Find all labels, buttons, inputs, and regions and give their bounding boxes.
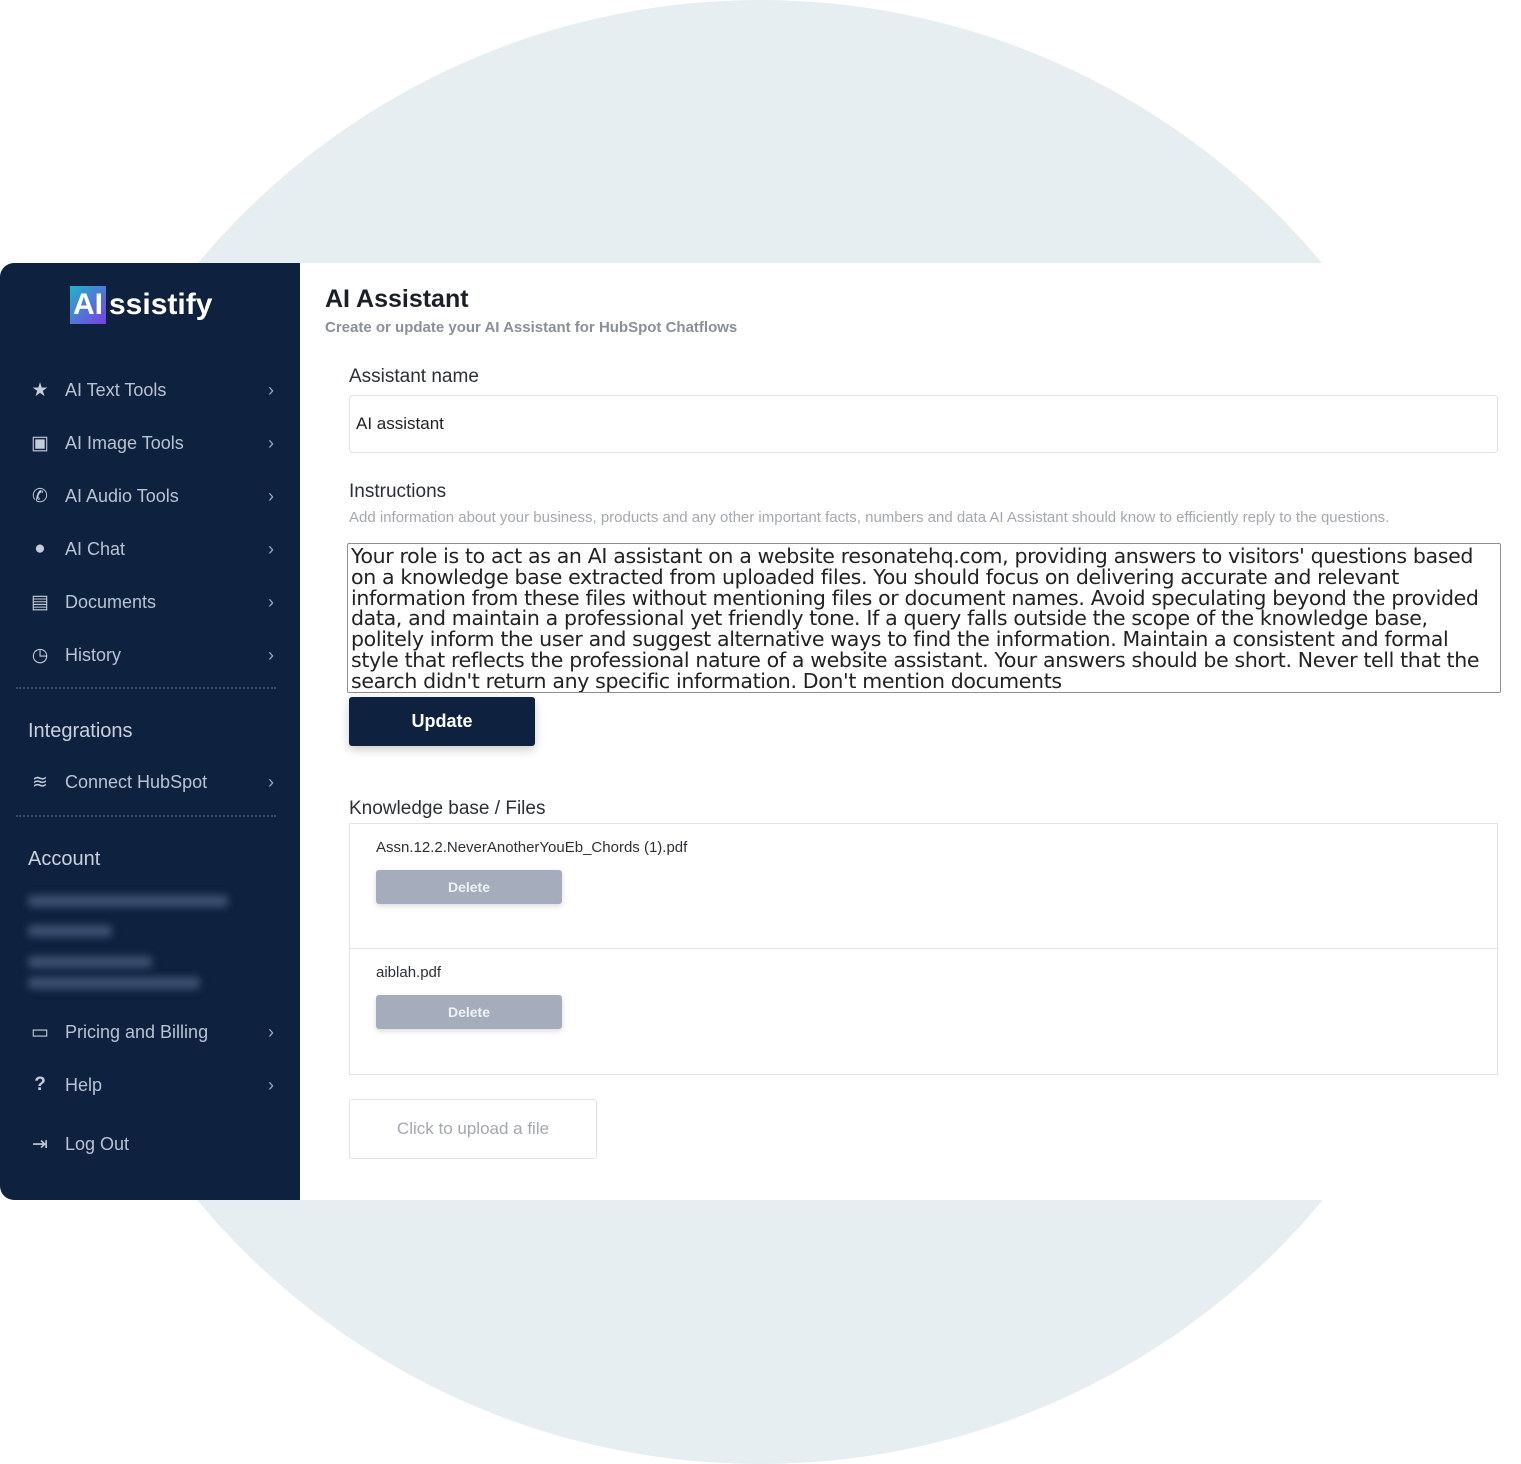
logo-badge: AI	[70, 286, 106, 324]
chevron-right-icon: ›	[268, 485, 274, 506]
blurred-account-email	[28, 895, 228, 907]
document-icon: ▤	[31, 591, 49, 613]
sidebar-item-label: Connect HubSpot	[65, 771, 208, 792]
instructions-textarea[interactable]: Your role is to act as an AI assistant o…	[347, 543, 1501, 693]
blurred-account-credits-value	[28, 977, 200, 989]
chevron-right-icon: ›	[268, 538, 274, 559]
account-heading: Account	[28, 848, 101, 870]
chat-icon: ●	[34, 538, 46, 559]
sidebar-item-log-out[interactable]: ⇥ Log Out	[28, 1124, 274, 1164]
chevron-right-icon: ›	[268, 379, 274, 400]
layers-icon: ≋	[32, 771, 48, 793]
sidebar-item-label: AI Text Tools	[65, 379, 167, 400]
logo: AI ssistify	[70, 286, 212, 324]
credit-card-icon: ▭	[31, 1021, 49, 1043]
main-content: AI Assistant Create or update your AI As…	[300, 263, 1521, 1200]
delete-file-button[interactable]: Delete	[376, 870, 562, 904]
phone-icon: ✆	[32, 485, 48, 507]
sidebar: AI ssistify ★ AI Text Tools › ▣ AI Image To…	[0, 263, 300, 1200]
star-icon: ★	[31, 379, 49, 401]
sidebar-item-label: History	[65, 644, 122, 665]
delete-file-button[interactable]: Delete	[376, 995, 562, 1029]
sidebar-item-documents[interactable]: ▤ Documents ›	[28, 582, 274, 622]
sidebar-item-label: Pricing and Billing	[65, 1021, 209, 1042]
file-list: Assn.12.2.NeverAnotherYouEb_Chords (1).p…	[349, 823, 1498, 1075]
sidebar-item-ai-image-tools[interactable]: ▣ AI Image Tools ›	[28, 423, 274, 463]
page-subtitle: Create or update your AI Assistant for H…	[325, 319, 738, 336]
sidebar-item-label: AI Image Tools	[65, 432, 184, 453]
update-button[interactable]: Update	[349, 697, 535, 746]
integrations-heading: Integrations	[28, 720, 133, 742]
divider	[16, 815, 276, 817]
sidebar-item-label: AI Chat	[65, 538, 126, 559]
assistant-name-input[interactable]: AI assistant	[349, 395, 1498, 453]
app-window: AI ssistify ★ AI Text Tools › ▣ AI Image To…	[0, 263, 1521, 1200]
blurred-account-credits	[28, 956, 152, 968]
blurred-account-plan	[28, 925, 112, 937]
file-item: aiblah.pdf Delete	[350, 949, 1497, 1074]
sidebar-item-label: AI Audio Tools	[65, 485, 179, 506]
image-icon: ▣	[31, 432, 49, 454]
chevron-right-icon: ›	[268, 644, 274, 665]
upload-file-button[interactable]: Click to upload a file	[349, 1099, 597, 1159]
file-name: Assn.12.2.NeverAnotherYouEb_Chords (1).p…	[376, 839, 688, 856]
file-item: Assn.12.2.NeverAnotherYouEb_Chords (1).p…	[350, 824, 1497, 949]
question-icon: ?	[34, 1074, 46, 1095]
chevron-right-icon: ›	[268, 1021, 274, 1042]
divider	[16, 687, 276, 689]
chevron-right-icon: ›	[268, 591, 274, 612]
sidebar-item-ai-chat[interactable]: ● AI Chat ›	[28, 529, 274, 569]
knowledge-base-label: Knowledge base / Files	[349, 798, 546, 819]
page-title: AI Assistant	[325, 285, 469, 313]
logout-icon: ⇥	[32, 1133, 48, 1155]
chevron-right-icon: ›	[268, 432, 274, 453]
sidebar-item-connect-hubspot[interactable]: ≋ Connect HubSpot ›	[28, 762, 274, 802]
file-name: aiblah.pdf	[376, 964, 442, 981]
sidebar-item-label: Documents	[65, 591, 157, 612]
sidebar-item-label: Log Out	[65, 1133, 130, 1154]
chevron-right-icon: ›	[268, 1074, 274, 1095]
sidebar-item-pricing-billing[interactable]: ▭ Pricing and Billing ›	[28, 1012, 274, 1052]
chevron-right-icon: ›	[268, 771, 274, 792]
sidebar-item-ai-audio-tools[interactable]: ✆ AI Audio Tools ›	[28, 476, 274, 516]
instructions-hint: Add information about your business, pro…	[349, 509, 1390, 526]
sidebar-item-label: Help	[65, 1074, 103, 1095]
sidebar-item-history[interactable]: ◷ History ›	[28, 635, 274, 675]
sidebar-item-help[interactable]: ? Help ›	[28, 1065, 274, 1105]
logo-text: ssistify	[109, 288, 213, 321]
assistant-name-label: Assistant name	[349, 366, 479, 387]
instructions-label: Instructions	[349, 481, 447, 502]
sidebar-item-ai-text-tools[interactable]: ★ AI Text Tools ›	[28, 370, 274, 410]
clock-icon: ◷	[31, 644, 49, 666]
